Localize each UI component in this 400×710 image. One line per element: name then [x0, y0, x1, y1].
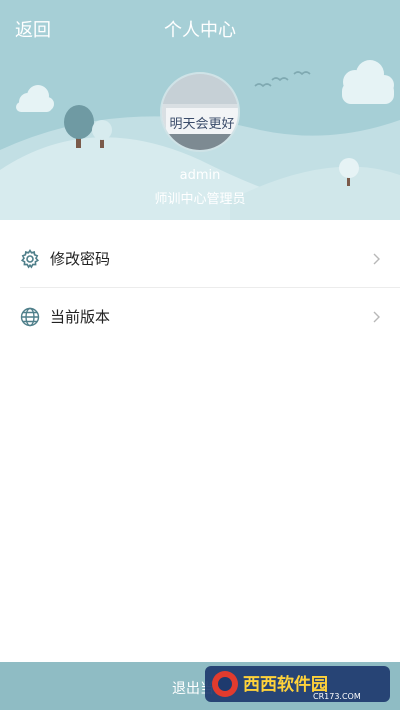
- username: admin: [179, 168, 221, 183]
- site-watermark-logo: 西西软件园 CR173.COM: [205, 666, 390, 702]
- settings-menu: 修改密码 当前版本: [0, 230, 400, 346]
- profile-page: 返回 个人中心 明天会更好 admin 师训中心管理员 修改密码 当前版本 退出…: [0, 0, 400, 710]
- globe-icon: [20, 307, 40, 327]
- menu-item-label: 修改密码: [50, 250, 111, 268]
- page-title: 个人中心: [164, 20, 236, 41]
- avatar[interactable]: 明天会更好: [160, 72, 240, 152]
- chevron-right-icon: [373, 253, 380, 265]
- menu-item-change-password[interactable]: 修改密码: [20, 230, 400, 288]
- watermark-subtext: CR173.COM: [313, 692, 361, 701]
- avatar-banner-text: 明天会更好: [169, 117, 234, 132]
- gear-icon: [20, 249, 40, 269]
- user-role: 师训中心管理员: [154, 192, 246, 207]
- menu-item-label: 当前版本: [50, 308, 111, 326]
- profile-banner: 返回 个人中心 明天会更好 admin 师训中心管理员: [0, 0, 400, 220]
- menu-item-current-version[interactable]: 当前版本: [20, 288, 400, 346]
- chevron-right-icon: [373, 311, 380, 323]
